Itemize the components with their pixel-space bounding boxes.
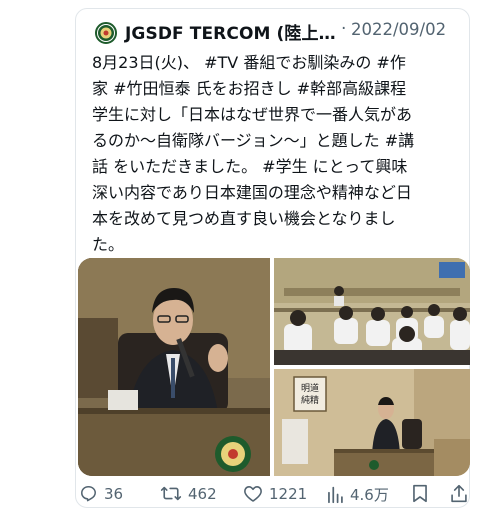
photo-speaker[interactable] <box>78 258 270 476</box>
photo-audience[interactable] <box>274 258 470 365</box>
emblem-icon <box>98 25 114 41</box>
tweet-line: 話 をいただきました。 #学生 にとって興味 <box>92 157 408 176</box>
views-count: 4.6万 <box>350 486 389 504</box>
share-icon <box>451 484 467 503</box>
like-button[interactable]: 1221 <box>243 484 307 503</box>
tweet-line: 学生に対し「日本はなぜ世界で一番人気があ <box>92 105 413 124</box>
tweet-line: 本を改めて見つめ直す良い機会となりまし <box>92 209 396 228</box>
retweet-count: 462 <box>188 484 217 503</box>
tweet-line: た。 <box>92 235 125 254</box>
bookmark-button[interactable] <box>412 484 428 503</box>
photo-lecture-hall[interactable]: 明道 純精 <box>274 369 470 476</box>
reply-button[interactable]: 36 <box>79 484 123 503</box>
views-button[interactable]: 4.6万 <box>326 484 389 505</box>
retweet-icon <box>160 486 182 501</box>
like-count: 1221 <box>269 484 308 503</box>
share-button[interactable] <box>450 484 468 503</box>
action-bar: 36 462 1221 4.6万 <box>0 484 480 508</box>
tweet-line: るのか〜自衛隊バージョン〜」と題した #講 <box>92 131 415 150</box>
bookmark-icon <box>413 484 427 503</box>
tweet-line: 8月23日(火)、 #TV 番組でお馴染みの #作 <box>92 53 406 72</box>
separator: · <box>341 19 347 39</box>
tweet-text: 8月23日(火)、 #TV 番組でお馴染みの #作 家 #竹田恒泰 氏をお招きし… <box>92 50 462 258</box>
media-grid: 明道 純精 <box>78 258 470 476</box>
retweet-button[interactable]: 462 <box>160 484 217 503</box>
tweet-date[interactable]: 2022/09/02 <box>351 20 446 39</box>
views-icon <box>328 486 343 504</box>
calligraphy-text: 明道 <box>301 382 319 394</box>
reply-icon <box>81 486 96 502</box>
avatar[interactable] <box>95 22 117 44</box>
tweet-line: 家 #竹田恒泰 氏をお招きし #幹部高級課程 <box>92 79 407 98</box>
reply-count: 36 <box>104 484 124 503</box>
author-name[interactable]: JGSDF TERCOM (陸上… <box>125 19 336 44</box>
svg-text:純精: 純精 <box>301 394 319 406</box>
tweet-line: 深い内容であり日本建国の理念や精神など日 <box>92 183 412 202</box>
like-icon <box>244 486 262 502</box>
